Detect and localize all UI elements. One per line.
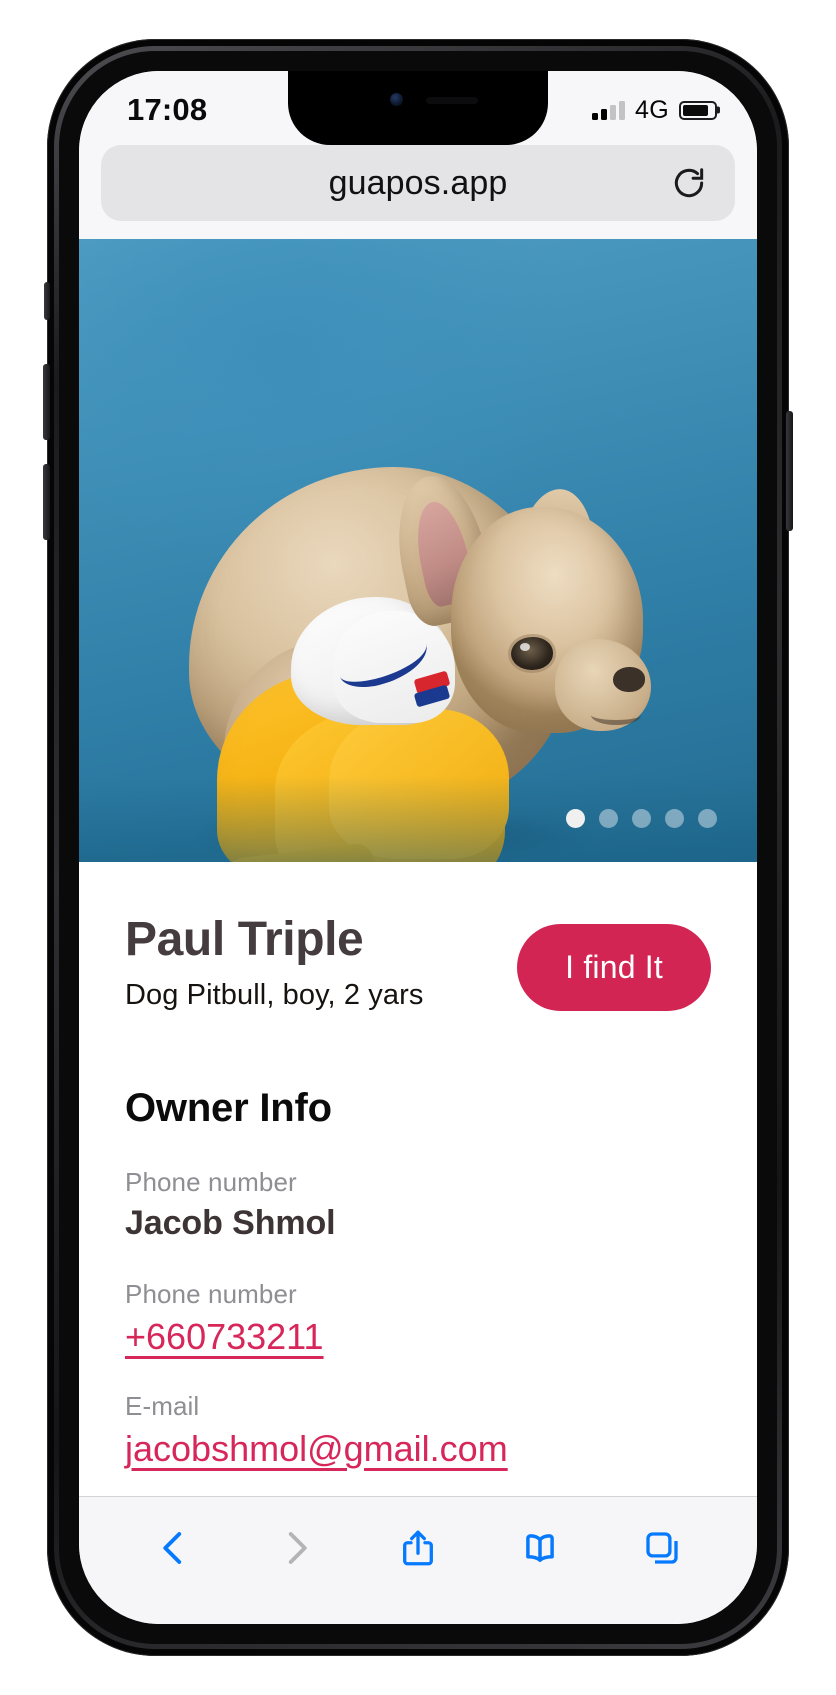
pet-header-row: Paul Triple Dog Pitbull, boy, 2 yars I f…	[125, 914, 711, 1012]
pet-meta: Dog Pitbull, boy, 2 yars	[125, 978, 424, 1011]
back-chevron-icon[interactable]	[141, 1515, 207, 1581]
battery-icon	[679, 100, 720, 120]
pet-details: Paul Triple Dog Pitbull, boy, 2 yars I f…	[79, 862, 757, 1470]
status-time: 17:08	[127, 92, 208, 127]
notch	[288, 71, 548, 145]
field-label: Phone number	[125, 1278, 297, 1309]
share-icon[interactable]	[385, 1515, 451, 1581]
owner-info-heading: Owner Info	[125, 1085, 332, 1130]
url-bar-container: guapos.app	[79, 145, 757, 239]
screenshot-stage: 17:08 4G guapos.app Paul Triple Dog Pitb…	[0, 0, 836, 1695]
url-text: guapos.app	[328, 163, 508, 202]
owner-field-phone: Phone number +660733211	[125, 1279, 711, 1358]
status-indicators: 4G	[592, 95, 720, 125]
front-camera-icon	[390, 93, 403, 106]
forward-chevron-icon	[263, 1515, 329, 1581]
gallery-pagination-dots[interactable]	[566, 809, 717, 828]
field-label: Phone number	[125, 1166, 297, 1197]
phone-frame: 17:08 4G guapos.app Paul Triple Dog Pitb…	[54, 46, 782, 1649]
i-find-it-button[interactable]: I find It	[517, 924, 711, 1011]
phone-link[interactable]: +660733211	[125, 1316, 324, 1358]
web-page: Paul Triple Dog Pitbull, boy, 2 yars I f…	[79, 239, 757, 1470]
earpiece-speaker	[426, 97, 478, 104]
email-link[interactable]: jacobshmol@gmail.com	[125, 1428, 508, 1470]
gallery-dot-1[interactable]	[566, 809, 585, 828]
owner-field-name: Phone number Jacob Shmol	[125, 1167, 711, 1243]
gallery-dot-2[interactable]	[599, 809, 618, 828]
tabs-icon[interactable]	[629, 1515, 695, 1581]
cellular-signal-icon	[592, 100, 626, 120]
gallery-dot-3[interactable]	[632, 809, 651, 828]
phone-device: 17:08 4G guapos.app Paul Triple Dog Pitb…	[43, 39, 793, 1656]
book-icon[interactable]	[507, 1515, 573, 1581]
mute-switch[interactable]	[44, 282, 50, 320]
power-button[interactable]	[786, 411, 793, 531]
network-type-label: 4G	[635, 95, 669, 124]
pet-identity: Paul Triple Dog Pitbull, boy, 2 yars	[125, 914, 423, 1012]
page-title: Paul Triple	[125, 913, 364, 966]
gallery-dot-4[interactable]	[665, 809, 684, 828]
dog-mouth	[591, 705, 641, 725]
phone-screen: 17:08 4G guapos.app Paul Triple Dog Pitb…	[79, 71, 757, 1624]
dog-nose	[613, 667, 645, 692]
pet-photo-gallery[interactable]	[79, 239, 757, 862]
gallery-dot-5[interactable]	[698, 809, 717, 828]
volume-up-button[interactable]	[43, 364, 50, 440]
field-value: Jacob Shmol	[125, 1203, 336, 1242]
owner-field-email: E-mail jacobshmol@gmail.com	[125, 1391, 711, 1470]
phone-frame-inner: 17:08 4G guapos.app Paul Triple Dog Pitb…	[59, 51, 777, 1644]
dog-eye	[511, 637, 553, 670]
reload-icon[interactable]	[669, 163, 709, 203]
safari-toolbar	[79, 1496, 757, 1624]
volume-down-button[interactable]	[43, 464, 50, 540]
field-label: E-mail	[125, 1390, 200, 1421]
url-bar[interactable]: guapos.app	[101, 145, 735, 221]
